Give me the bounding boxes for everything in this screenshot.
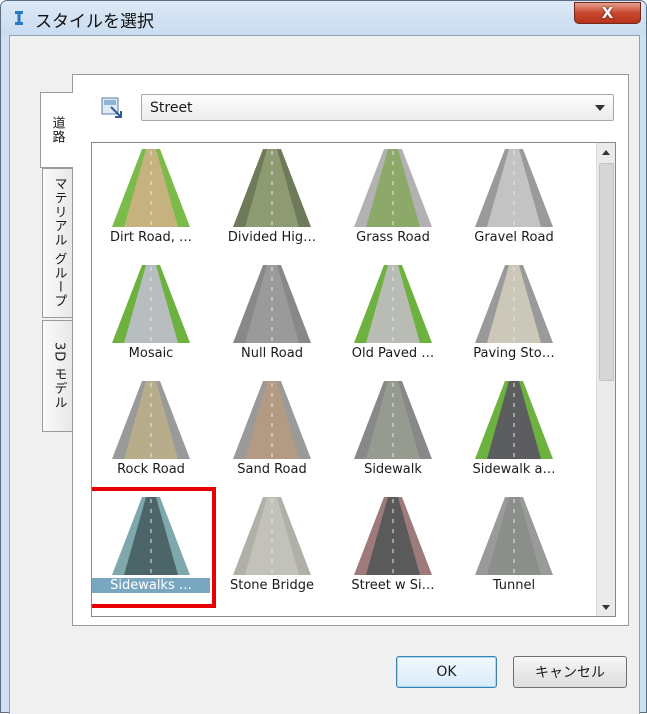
cancel-button[interactable]: キャンセル xyxy=(513,656,627,688)
style-thumbnail xyxy=(475,497,553,575)
style-item-label: Old Paved … xyxy=(351,346,435,361)
scroll-up-button[interactable] xyxy=(597,143,615,161)
style-item[interactable]: Street w Si… xyxy=(334,495,452,613)
style-item-label: Sidewalks … xyxy=(92,578,210,593)
style-thumbnail xyxy=(354,265,432,343)
style-thumbnail xyxy=(233,381,311,459)
style-item[interactable]: Old Paved … xyxy=(334,263,452,381)
ok-button[interactable]: OK xyxy=(396,656,497,688)
vertical-scrollbar[interactable] xyxy=(596,143,615,616)
style-item-label: Sidewalk a… xyxy=(472,462,556,477)
style-item-label: Rock Road xyxy=(117,462,185,477)
tab-3d-model-label: 3D モデル xyxy=(51,342,67,410)
style-item[interactable]: Sidewalk xyxy=(334,379,452,497)
tab-material-group-label: マテリアル グループ xyxy=(51,177,67,309)
style-thumbnail xyxy=(233,265,311,343)
style-item[interactable]: Dirt Road, … xyxy=(92,147,210,265)
style-thumbnail xyxy=(112,149,190,227)
style-thumbnail xyxy=(475,265,553,343)
window-title: スタイルを選択 xyxy=(35,12,154,32)
style-item-label: Paving Sto… xyxy=(473,346,555,361)
scroll-thumb[interactable] xyxy=(599,163,614,381)
scroll-down-button[interactable] xyxy=(597,598,615,616)
style-thumbnail xyxy=(354,497,432,575)
style-item[interactable]: Divided Hig… xyxy=(213,147,331,265)
style-item-label: Grass Road xyxy=(356,230,430,245)
close-icon: X xyxy=(601,4,614,22)
style-item[interactable]: Gravel Road xyxy=(455,147,573,265)
style-thumbnail xyxy=(233,497,311,575)
arrow-up-icon xyxy=(602,149,610,155)
style-item-label: Dirt Road, … xyxy=(109,230,193,245)
style-item-label: Gravel Road xyxy=(474,230,554,245)
close-button[interactable]: X xyxy=(574,2,641,24)
dialog-client-area: 道路 マテリアル グループ 3D モデル Street Dirt Road, …… xyxy=(9,35,640,714)
style-picker-icon[interactable] xyxy=(101,97,123,119)
tab-3d-model[interactable]: 3D モデル xyxy=(42,320,75,432)
style-thumbnail xyxy=(475,149,553,227)
style-item[interactable]: Stone Bridge xyxy=(213,495,331,613)
app-icon xyxy=(15,11,23,25)
style-thumbnail xyxy=(354,381,432,459)
tab-material-group[interactable]: マテリアル グループ xyxy=(42,168,75,318)
style-item[interactable]: Grass Road xyxy=(334,147,452,265)
chevron-down-icon xyxy=(595,105,605,111)
style-item-label: Null Road xyxy=(241,346,303,361)
tab-road[interactable]: 道路 xyxy=(40,92,73,168)
style-select-dialog: スタイルを選択 X 道路 マテリアル グループ 3D モデル Street Di… xyxy=(0,0,647,714)
style-item[interactable]: Null Road xyxy=(213,263,331,381)
style-item-label: Sidewalk xyxy=(364,462,422,477)
style-thumbnail xyxy=(475,381,553,459)
style-item-label: Stone Bridge xyxy=(229,578,315,593)
tab-road-label: 道路 xyxy=(49,116,65,144)
style-item[interactable]: Sidewalk a… xyxy=(455,379,573,497)
style-item[interactable]: Mosaic xyxy=(92,263,210,381)
style-thumbnail xyxy=(112,381,190,459)
arrow-down-icon xyxy=(602,604,610,610)
style-item[interactable]: Sand Road xyxy=(213,379,331,497)
style-item[interactable]: Rock Road xyxy=(92,379,210,497)
road-tab-panel: Street Dirt Road, … Divided Hig… Grass Roa… xyxy=(72,74,629,626)
style-thumbnail xyxy=(233,149,311,227)
style-thumbnail xyxy=(112,497,190,575)
style-item[interactable]: Tunnel xyxy=(455,495,573,613)
style-item-label: Street w Si… xyxy=(351,578,435,593)
style-list[interactable]: Dirt Road, … Divided Hig… Grass Road Gravel… xyxy=(91,142,616,617)
style-item[interactable]: Sidewalks … xyxy=(92,495,210,613)
style-thumbnail xyxy=(354,149,432,227)
style-item-label: Mosaic xyxy=(128,346,174,361)
category-value: Street xyxy=(150,100,193,116)
category-dropdown[interactable]: Street xyxy=(141,94,614,121)
style-thumbnail xyxy=(112,265,190,343)
style-item-label: Tunnel xyxy=(492,578,536,593)
style-item[interactable]: Paving Sto… xyxy=(455,263,573,381)
style-item-label: Sand Road xyxy=(237,462,307,477)
style-grid: Dirt Road, … Divided Hig… Grass Road Gravel… xyxy=(92,143,596,616)
title-bar[interactable]: スタイルを選択 X xyxy=(1,1,646,35)
style-item-label: Divided Hig… xyxy=(227,230,317,245)
